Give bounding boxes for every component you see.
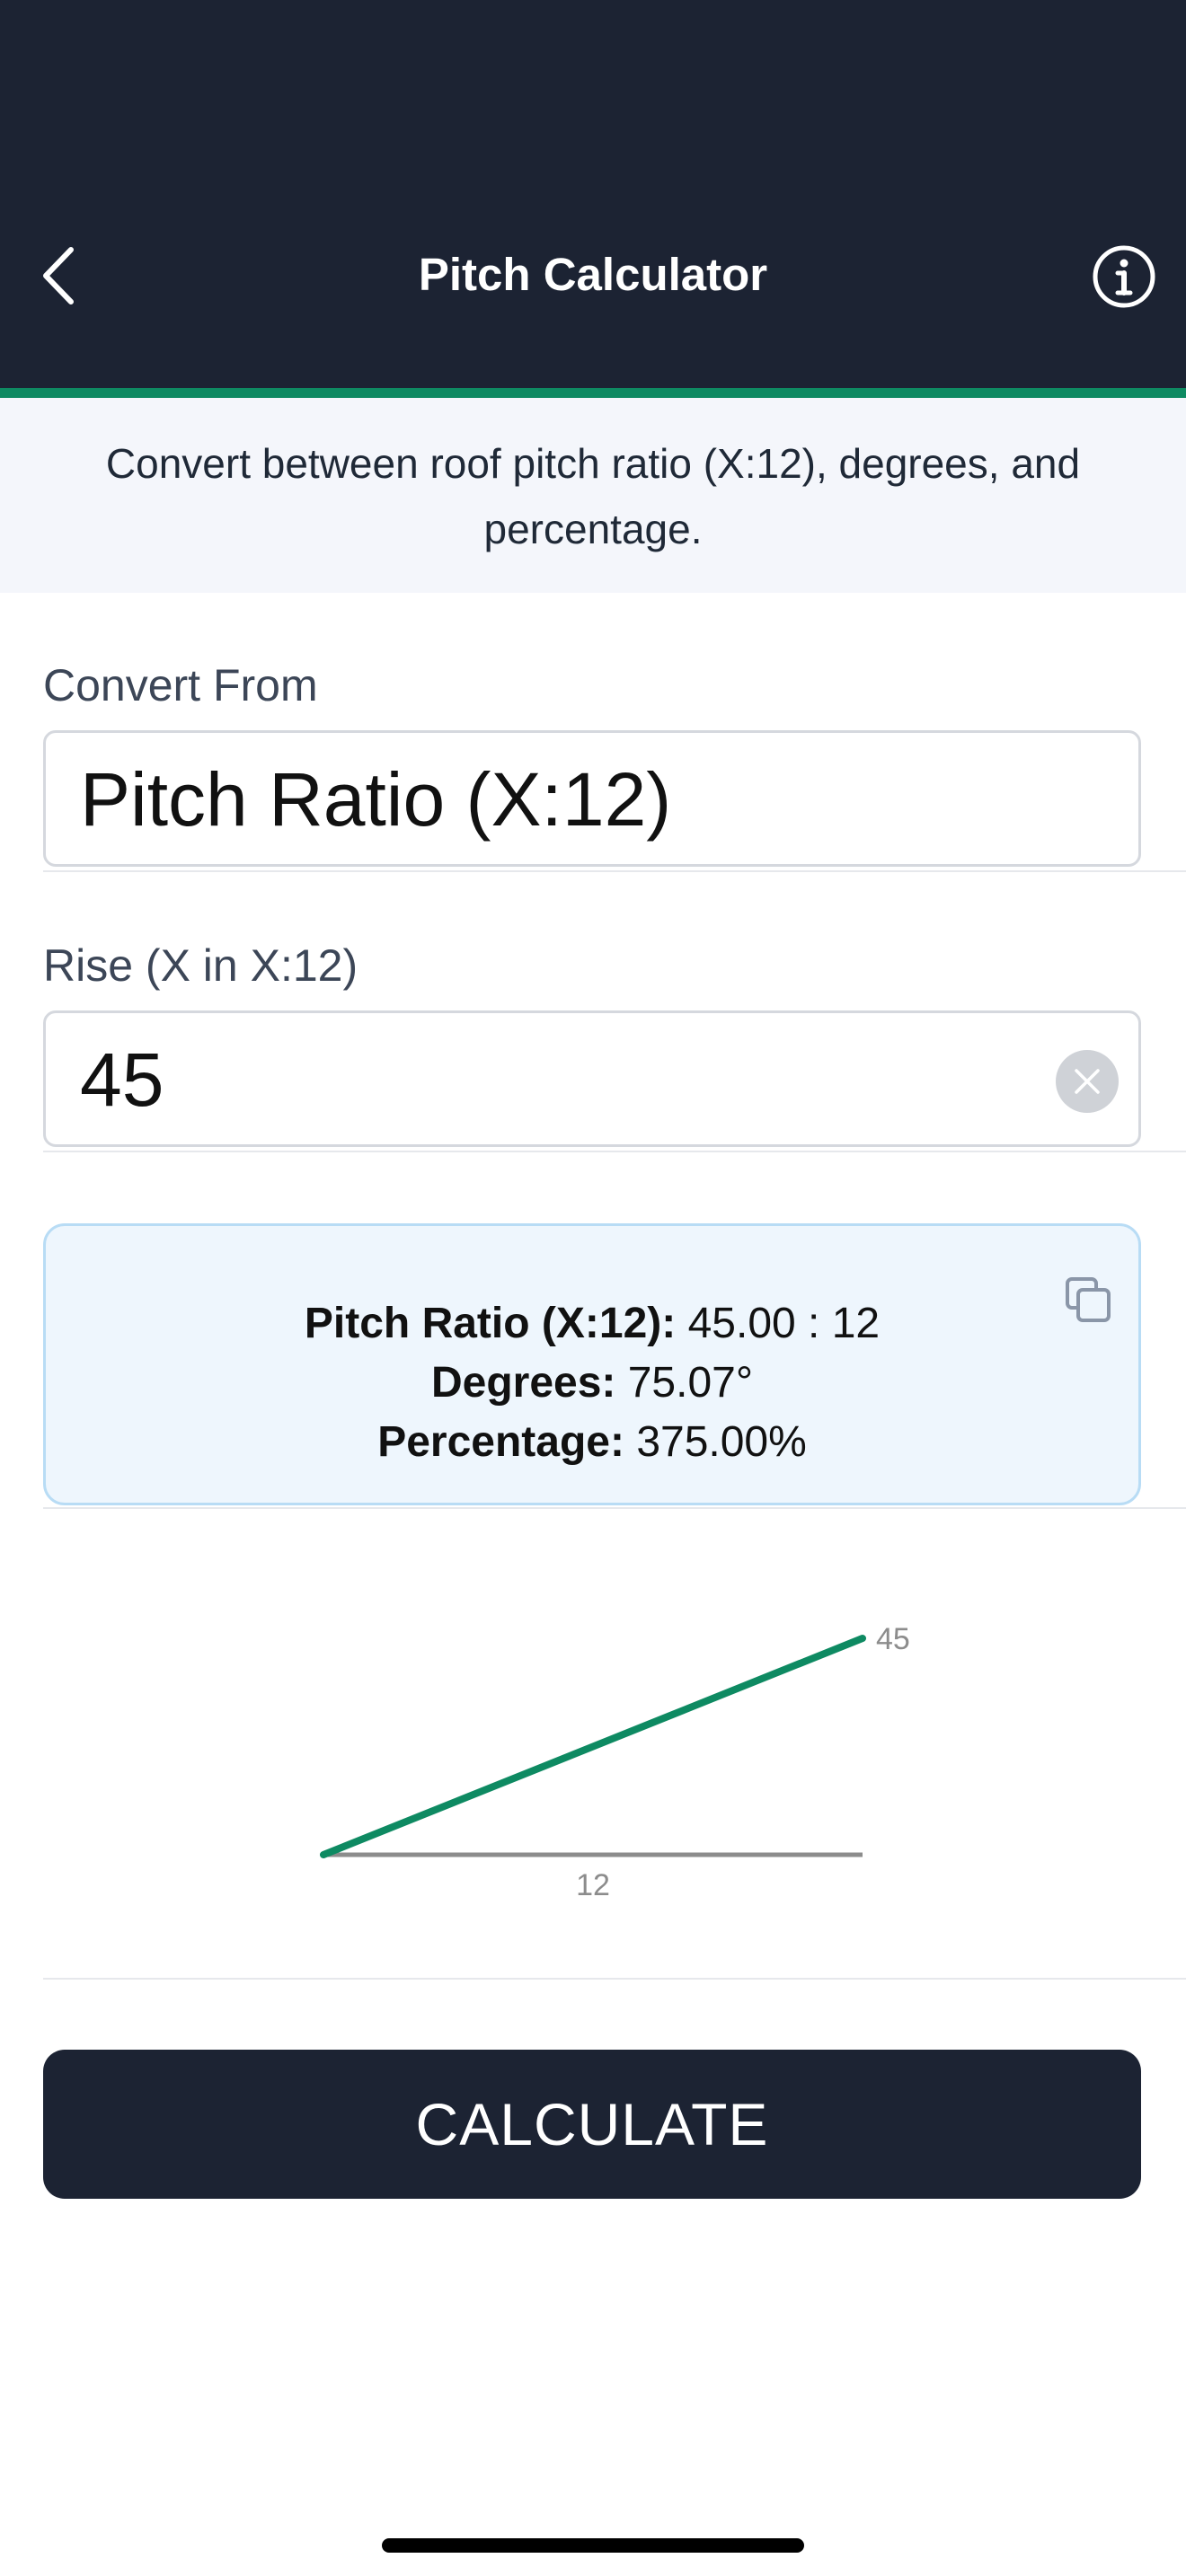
divider	[43, 1151, 1186, 1152]
result-percentage-value: 375.00%	[636, 1418, 807, 1466]
pitch-slope-line	[320, 1635, 866, 1858]
result-ratio-value: 45.00 : 12	[687, 1300, 881, 1347]
result-percentage-line: Percentage: 375.00%	[46, 1413, 1138, 1472]
info-icon	[1093, 245, 1155, 308]
result-ratio-label: Pitch Ratio (X:12):	[304, 1300, 677, 1347]
rise-value: 45	[80, 1037, 164, 1122]
rise-label: Rise (X in X:12)	[43, 940, 358, 991]
home-indicator	[382, 2538, 804, 2553]
divider	[43, 1978, 1186, 1980]
close-icon	[1075, 1069, 1100, 1094]
header-accent-line	[0, 388, 1186, 398]
info-button[interactable]	[1090, 243, 1158, 311]
divider	[43, 1507, 1186, 1509]
result-degrees-value: 75.07°	[627, 1359, 754, 1407]
divider	[43, 870, 1186, 872]
rise-value-label: 45	[876, 1622, 910, 1656]
result-degrees-label: Degrees:	[430, 1359, 616, 1407]
pitch-diagram: 45 12	[320, 1622, 910, 1902]
intro-text: Convert between roof pitch ratio (X:12),…	[105, 440, 1081, 552]
result-ratio-line: Pitch Ratio (X:12): 45.00 : 12	[46, 1294, 1138, 1354]
result-percentage-label: Percentage:	[377, 1418, 624, 1466]
page-title: Pitch Calculator	[418, 249, 768, 300]
convert-from-label: Convert From	[43, 660, 318, 710]
convert-from-select[interactable]: Pitch Ratio (X:12)	[43, 730, 1141, 867]
run-value-label: 12	[576, 1868, 610, 1902]
result-degrees-line: Degrees: 75.07°	[46, 1354, 1138, 1413]
rise-input[interactable]: 45	[43, 1010, 1141, 1147]
result-lines: Pitch Ratio (X:12): 45.00 : 12 Degrees: …	[46, 1294, 1138, 1472]
convert-from-value: Pitch Ratio (X:12)	[80, 757, 672, 842]
clear-input-button[interactable]	[1056, 1050, 1119, 1113]
app-header: Pitch Calculator	[0, 0, 1186, 388]
result-card: Pitch Ratio (X:12): 45.00 : 12 Degrees: …	[43, 1223, 1141, 1505]
calculate-button[interactable]: CALCULATE	[43, 2050, 1141, 2199]
